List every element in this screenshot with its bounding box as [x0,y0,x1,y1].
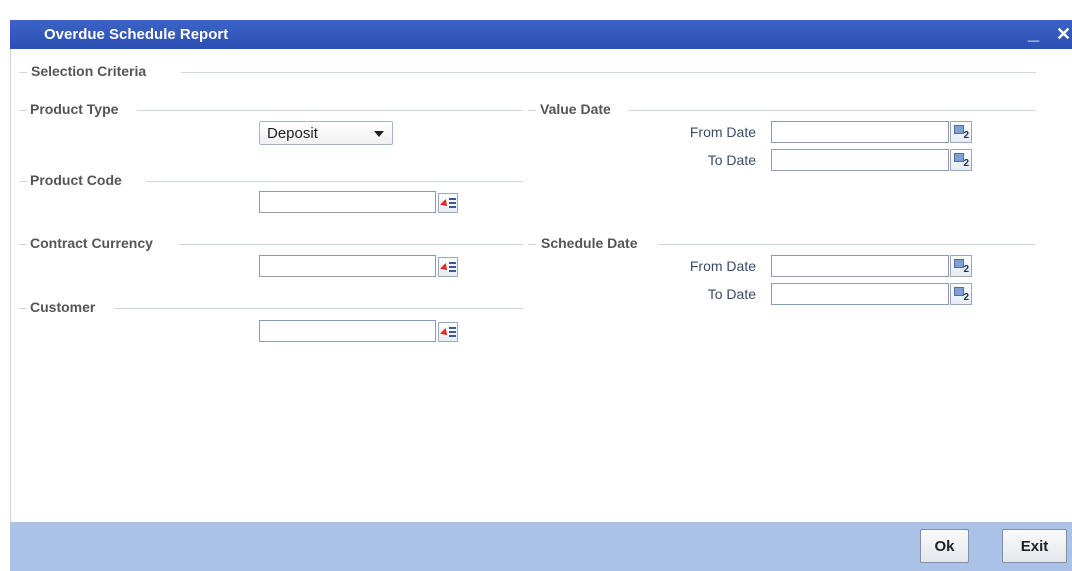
value-to-date-input[interactable] [771,149,949,171]
product-type-selected-value: Deposit [267,125,318,142]
product-code-lov-button[interactable] [438,193,458,213]
divider [114,308,523,309]
divider [179,244,523,245]
schedule-to-date-label: To Date [707,286,756,302]
divider [628,110,1036,111]
divider [146,181,523,182]
overdue-schedule-report-window: Overdue Schedule Report _ ✕ Selection Cr… [0,0,1072,571]
value-from-date-input[interactable] [771,121,949,143]
title-bar: Overdue Schedule Report _ ✕ [10,20,1072,49]
lov-lines [449,198,456,210]
divider [181,72,1036,73]
exit-button[interactable]: Exit [1002,529,1067,563]
schedule-from-date-field[interactable] [772,256,948,276]
contract-currency-field[interactable] [260,256,435,276]
divider [19,110,27,111]
value-from-date-calendar-button[interactable]: 2 [950,121,972,143]
schedule-from-date-input[interactable] [771,255,949,277]
product-code-legend: Product Code [30,172,122,188]
value-to-date-calendar-button[interactable]: 2 [950,149,972,171]
schedule-from-date-label: From Date [689,258,756,274]
selection-criteria-legend: Selection Criteria [31,63,147,79]
divider [19,72,27,73]
value-to-date-label: To Date [707,152,756,168]
value-date-legend: Value Date [540,101,611,117]
divider [19,308,27,309]
divider [528,110,536,111]
contract-currency-lov-button[interactable] [438,257,458,277]
value-from-date-label: From Date [689,124,756,140]
schedule-to-date-input[interactable] [771,283,949,305]
value-from-date-field[interactable] [772,122,948,142]
close-icon[interactable]: ✕ [1056,24,1071,45]
minimize-icon[interactable]: _ [1028,22,1039,45]
schedule-to-date-field[interactable] [772,284,948,304]
window-border [10,49,11,522]
product-code-field[interactable] [260,192,435,212]
ok-button[interactable]: Ok [920,529,969,563]
calendar-icon-number: 2 [963,264,969,275]
divider [658,244,1036,245]
schedule-from-date-calendar-button[interactable]: 2 [950,255,972,277]
divider [137,110,523,111]
chevron-down-icon [374,131,384,137]
product-code-input[interactable] [259,191,436,213]
calendar-icon-number: 2 [963,130,969,141]
product-type-select[interactable]: Deposit [259,121,393,145]
lov-lines [449,262,456,274]
schedule-to-date-calendar-button[interactable]: 2 [950,283,972,305]
calendar-icon-number: 2 [963,292,969,303]
lov-lines [449,327,456,339]
window-title: Overdue Schedule Report [44,26,229,43]
customer-input[interactable] [259,320,436,342]
divider [19,181,27,182]
customer-lov-button[interactable] [438,322,458,342]
footer-bar: Ok Exit [10,522,1072,571]
divider [528,244,536,245]
contract-currency-input[interactable] [259,255,436,277]
divider [19,244,27,245]
customer-field[interactable] [260,321,435,341]
contract-currency-legend: Contract Currency [30,235,153,251]
product-type-legend: Product Type [30,101,119,117]
schedule-date-legend: Schedule Date [541,235,638,251]
customer-legend: Customer [30,299,96,315]
calendar-icon-number: 2 [963,158,969,169]
value-to-date-field[interactable] [772,150,948,170]
